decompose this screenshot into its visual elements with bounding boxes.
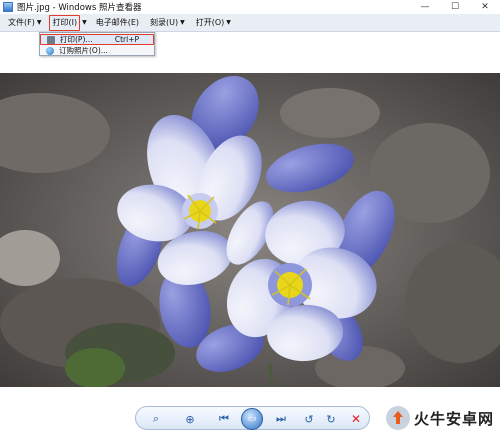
- menu-open-label: 打开(O): [195, 18, 225, 27]
- maximize-button[interactable]: ☐: [440, 0, 470, 14]
- watermark-logo-glyph: [392, 411, 403, 424]
- flower-photo: [0, 73, 500, 387]
- chevron-down-icon: ▼: [226, 19, 231, 26]
- menu-item-order-label: 订购照片(O)...: [59, 46, 108, 55]
- rotate-right-icon[interactable]: ↻: [323, 411, 339, 427]
- image-viewer: [0, 33, 500, 403]
- menu-item-print-label: 打印(P)...: [60, 35, 93, 44]
- watermark: 火牛安卓网: [344, 406, 494, 430]
- previous-icon[interactable]: ⏮: [216, 411, 232, 427]
- menu-item-order-prints[interactable]: 订购照片(O)...: [40, 45, 154, 56]
- printer-icon: [47, 35, 55, 44]
- minimize-button[interactable]: —: [410, 0, 440, 14]
- slideshow-button[interactable]: ▭: [241, 408, 263, 430]
- window-title: 图片.jpg - Windows 照片查看器: [17, 3, 142, 13]
- playback-controls: ⌕ ⊕ ⏮ ▭ ⏭ ↺ ↻ ✕: [135, 406, 370, 430]
- menu-burn[interactable]: 刻录(U) ▼: [147, 15, 188, 31]
- actual-size-icon[interactable]: ⊕: [182, 411, 198, 427]
- window-controls: — ☐ ✕: [410, 0, 500, 14]
- watermark-logo: [385, 406, 410, 430]
- menu-email-label: 电子邮件(E): [95, 18, 139, 27]
- chevron-down-icon: ▼: [180, 19, 185, 26]
- menu-file[interactable]: 文件(F) ▼: [5, 15, 44, 31]
- menu-email[interactable]: 电子邮件(E): [93, 15, 142, 31]
- photo-viewer-icon: [3, 2, 13, 12]
- globe-icon: [46, 46, 54, 55]
- title-bar: 图片.jpg - Windows 照片查看器 — ☐ ✕: [0, 0, 500, 14]
- menu-item-print[interactable]: 打印(P)... Ctrl+P: [40, 34, 154, 45]
- bottom-toolbar: ⌕ ⊕ ⏮ ▭ ⏭ ↺ ↻ ✕ 火牛安卓网: [0, 403, 500, 433]
- menu-bar: 文件(F) ▼ 打印(I) ▼ 电子邮件(E) 刻录(U) ▼ 打开(O) ▼: [0, 14, 500, 32]
- chevron-down-icon[interactable]: ▼: [82, 19, 87, 26]
- photo: [0, 73, 500, 387]
- menu-burn-label: 刻录(U): [150, 18, 179, 27]
- close-button[interactable]: ✕: [470, 0, 500, 14]
- rotate-left-icon[interactable]: ↺: [301, 411, 317, 427]
- chevron-down-icon: ▼: [36, 19, 42, 26]
- menu-open[interactable]: 打开(O) ▼: [193, 15, 234, 31]
- menu-file-label: 文件(F): [8, 18, 35, 27]
- print-dropdown-menu: 打印(P)... Ctrl+P 订购照片(O)...: [39, 32, 155, 56]
- menu-print-label: 打印(I): [52, 18, 78, 27]
- zoom-icon[interactable]: ⌕: [148, 411, 164, 427]
- watermark-text: 火牛安卓网: [413, 409, 494, 428]
- menu-item-print-shortcut: Ctrl+P: [114, 35, 139, 44]
- menu-print[interactable]: 打印(I): [49, 14, 81, 31]
- next-icon[interactable]: ⏭: [273, 411, 289, 427]
